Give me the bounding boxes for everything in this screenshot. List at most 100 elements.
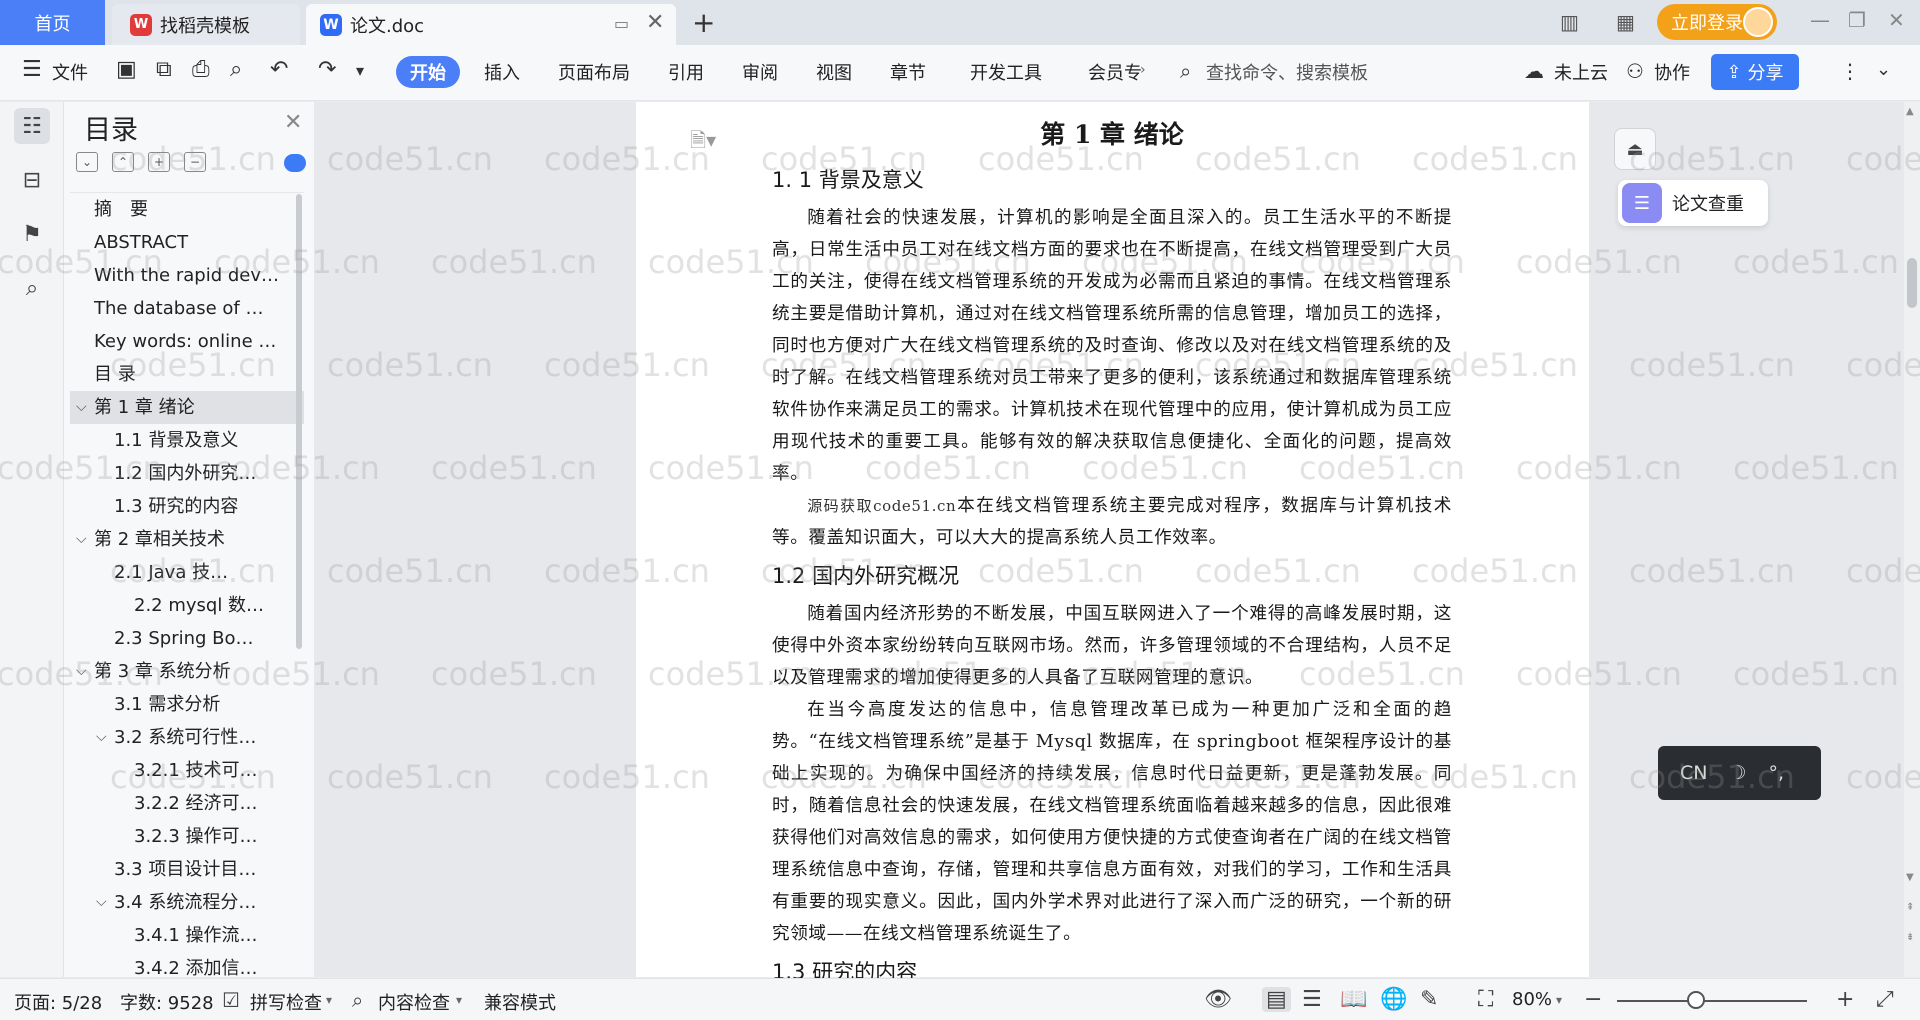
remove-heading-icon[interactable]: − bbox=[184, 152, 206, 172]
toc-expand-icon[interactable]: ⌵ bbox=[76, 523, 87, 556]
close-window-icon[interactable]: ✕ bbox=[1888, 8, 1905, 32]
tab-member[interactable]: 会员专 bbox=[1088, 59, 1142, 85]
document-body[interactable]: 第 1 章 绪论 1. 1 背景及意义 随着社会的快速发展，计算机的影响是全面且… bbox=[772, 112, 1452, 994]
web-view-icon[interactable]: 🌐 bbox=[1380, 987, 1407, 1012]
prev-page-icon[interactable]: ⇞ bbox=[1906, 902, 1914, 913]
ime-language[interactable]: CN bbox=[1680, 762, 1707, 784]
tab-page-layout[interactable]: 页面布局 bbox=[558, 59, 630, 85]
toc-expand-icon[interactable]: ⌵ bbox=[96, 886, 107, 919]
search-panel-icon[interactable]: ⌕ bbox=[14, 270, 50, 306]
tab-template[interactable]: W 找稻壳模板 bbox=[112, 4, 300, 45]
cloud-status[interactable]: 未上云 bbox=[1554, 59, 1608, 85]
reading-view-icon[interactable]: 📖 bbox=[1340, 987, 1367, 1012]
apps-grid-icon[interactable]: ▦ bbox=[1616, 10, 1635, 34]
fullscreen-icon[interactable]: ⤢ bbox=[1876, 987, 1894, 1012]
more-dropdown-icon[interactable]: ▾ bbox=[356, 61, 364, 80]
content-dropdown-icon[interactable]: ▾ bbox=[456, 993, 462, 1007]
toc-item[interactable]: 3.4.1 操作流… bbox=[70, 919, 304, 952]
menu-icon[interactable]: ☰ bbox=[22, 57, 42, 82]
collapse-ribbon-icon[interactable]: ⌄ bbox=[1876, 59, 1891, 80]
next-page-icon[interactable]: ⇟ bbox=[1906, 932, 1914, 943]
toc-item[interactable]: ⌵ 第 2 章相关技术 bbox=[70, 523, 304, 556]
tab-scroll-icon[interactable]: › bbox=[1140, 62, 1146, 78]
ai-assistant-icon[interactable] bbox=[284, 154, 306, 172]
outline-view-icon[interactable]: ☰ bbox=[1302, 987, 1322, 1012]
add-heading-icon[interactable]: + bbox=[148, 152, 170, 172]
expand-all-icon[interactable]: ⌄ bbox=[76, 152, 98, 172]
zoom-level[interactable]: 80% bbox=[1512, 989, 1552, 1010]
content-check-toggle[interactable]: 内容检查 bbox=[378, 989, 450, 1015]
print-icon[interactable]: ⎙ bbox=[192, 57, 210, 82]
tab-document[interactable]: W 论文.doc ▭ ✕ bbox=[306, 4, 676, 45]
toc-item[interactable]: With the rapid dev… bbox=[70, 259, 304, 292]
toc-item[interactable]: 3.2.3 操作可… bbox=[70, 820, 304, 853]
collab-button[interactable]: 协作 bbox=[1654, 59, 1690, 85]
bookmark-icon[interactable]: ⚑ bbox=[14, 216, 50, 252]
spell-dropdown-icon[interactable]: ▾ bbox=[326, 993, 332, 1007]
tab-review[interactable]: 审阅 bbox=[742, 59, 778, 85]
redo-icon[interactable]: ↷ bbox=[318, 57, 336, 82]
page-view-icon[interactable]: ▤ bbox=[1262, 987, 1291, 1012]
toc-item[interactable]: 1.2 国内外研究… bbox=[70, 457, 304, 490]
tab-view[interactable]: 视图 bbox=[816, 59, 852, 85]
toc-item[interactable]: ⌵ 3.4 系统流程分… bbox=[70, 886, 304, 919]
moon-icon[interactable]: ☽ bbox=[1729, 762, 1746, 784]
toc-expand-icon[interactable]: ⌵ bbox=[76, 655, 87, 688]
tab-references[interactable]: 引用 bbox=[668, 59, 704, 85]
eye-protection-icon[interactable]: 👁 bbox=[1204, 987, 1232, 1012]
toc-expand-icon[interactable]: ⌵ bbox=[96, 721, 107, 754]
restore-icon[interactable]: ❐ bbox=[1848, 8, 1866, 32]
zoom-out-icon[interactable]: − bbox=[1584, 987, 1602, 1012]
print-preview-icon[interactable]: ⌕ bbox=[230, 57, 242, 82]
tab-close-icon[interactable]: ✕ bbox=[646, 10, 664, 35]
scroll-thumb[interactable] bbox=[1907, 258, 1917, 308]
scroll-down-icon[interactable]: ▼ bbox=[1906, 872, 1914, 883]
file-menu[interactable]: 文件 bbox=[52, 59, 88, 85]
write-view-icon[interactable]: ✎ bbox=[1420, 987, 1438, 1012]
toc-item[interactable]: 3.3 项目设计目… bbox=[70, 853, 304, 886]
tab-insert[interactable]: 插入 bbox=[484, 59, 520, 85]
toc-item[interactable]: The database of … bbox=[70, 292, 304, 325]
login-button[interactable]: 立即登录 bbox=[1657, 4, 1777, 40]
toc-item[interactable]: ABSTRACT bbox=[70, 226, 304, 259]
toc-panel-icon[interactable]: ☷ bbox=[14, 108, 50, 144]
toc-item[interactable]: 3.2.2 经济可… bbox=[70, 787, 304, 820]
zoom-slider-handle[interactable] bbox=[1687, 991, 1705, 1009]
minimize-icon[interactable]: — bbox=[1810, 8, 1830, 32]
zoom-slider-track[interactable] bbox=[1617, 1000, 1807, 1002]
layout-icon[interactable]: ▥ bbox=[1560, 10, 1579, 34]
toc-item[interactable]: ⌵ 3.2 系统可行性… bbox=[70, 721, 304, 754]
toc-close-icon[interactable]: ✕ bbox=[284, 110, 302, 135]
new-tab-icon[interactable]: + bbox=[692, 6, 715, 39]
zoom-in-icon[interactable]: + bbox=[1836, 987, 1854, 1012]
toc-item[interactable]: ⌵ 第 3 章 系统分析 bbox=[70, 655, 304, 688]
scroll-up-icon[interactable]: ▲ bbox=[1906, 106, 1914, 117]
save-icon[interactable]: ▣ bbox=[116, 57, 137, 82]
toc-item[interactable]: ⌵ 第 1 章 绪论 bbox=[70, 391, 304, 424]
toc-scrollbar[interactable] bbox=[296, 194, 302, 649]
toc-item[interactable]: 2.2 mysql 数… bbox=[70, 589, 304, 622]
ime-toolbar[interactable]: CN ☽ °, bbox=[1658, 746, 1821, 800]
collapse-all-icon[interactable]: ⌃ bbox=[112, 152, 134, 172]
tab-start[interactable]: 开始 bbox=[396, 56, 460, 88]
page-indicator[interactable]: 页面: 5/28 bbox=[14, 989, 102, 1015]
punctuation-icon[interactable]: °, bbox=[1769, 762, 1785, 784]
plagiarism-check-button[interactable]: ☰ 论文查重 bbox=[1618, 180, 1768, 226]
toc-item[interactable]: 2.1 Java 技… bbox=[70, 556, 304, 589]
tab-home[interactable]: 首页 bbox=[0, 0, 105, 45]
toc-item[interactable]: 3.2.1 技术可… bbox=[70, 754, 304, 787]
toc-item[interactable]: 1.1 背景及意义 bbox=[70, 424, 304, 457]
toc-expand-icon[interactable]: ⌵ bbox=[76, 391, 87, 424]
zoom-dropdown-icon[interactable]: ▾ bbox=[1556, 993, 1562, 1007]
undo-icon[interactable]: ↶ bbox=[270, 57, 288, 82]
toc-item[interactable]: 摘 要 bbox=[70, 193, 304, 226]
spell-check-toggle[interactable]: 拼写检查 bbox=[250, 989, 322, 1015]
screen-icon[interactable]: ▭ bbox=[614, 14, 629, 33]
more-options-icon[interactable]: ⋮ bbox=[1840, 59, 1860, 83]
collapse-panel-icon[interactable]: ⏏ bbox=[1614, 128, 1656, 170]
toc-item[interactable]: Key words: online … bbox=[70, 325, 304, 358]
navigation-icon[interactable]: ⊟ bbox=[14, 162, 50, 198]
fit-page-icon[interactable]: ⛶ bbox=[1478, 987, 1493, 1012]
toc-item[interactable]: 1.3 研究的内容 bbox=[70, 490, 304, 523]
vertical-scrollbar[interactable]: ▲ ▼ ⇞ ⇟ bbox=[1904, 102, 1920, 977]
